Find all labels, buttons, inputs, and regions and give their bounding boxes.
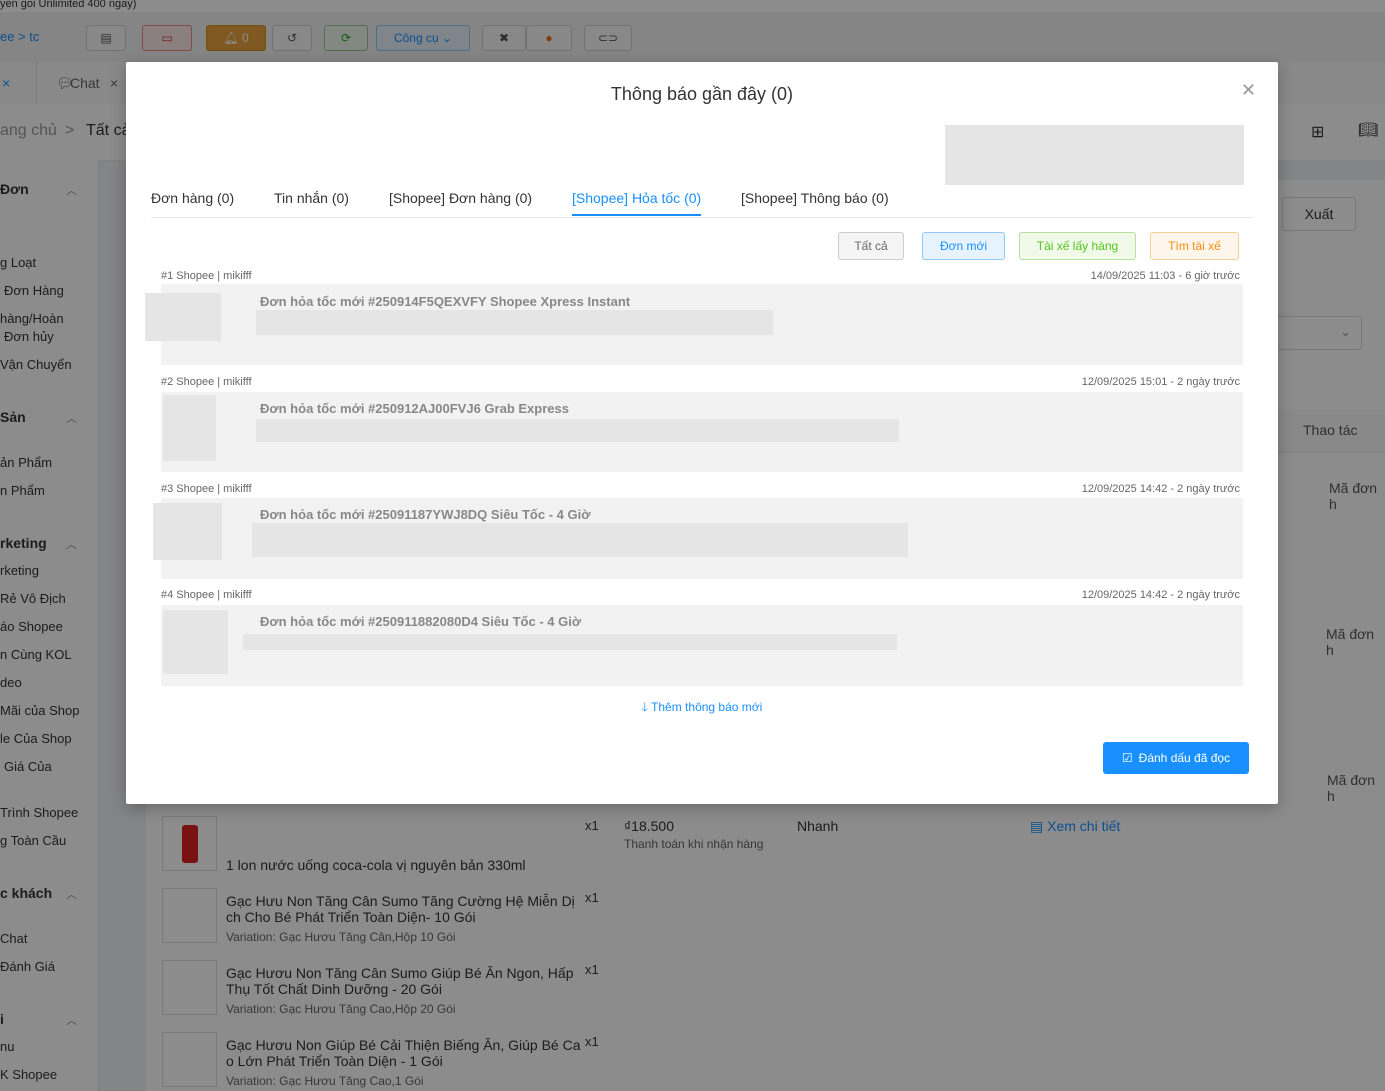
redacted-block xyxy=(256,310,773,335)
filter-driver-pickup-button[interactable]: Tài xế lấy hàng xyxy=(1019,232,1136,260)
notification-title: Đơn hỏa tốc mới #250911882080D4 Siêu Tốc… xyxy=(260,614,582,629)
tab-shopee-express[interactable]: [Shopee] Hỏa tốc (0) xyxy=(572,190,701,206)
notification-title: Đơn hỏa tốc mới #250912AJ00FVJ6 Grab Exp… xyxy=(260,401,569,416)
filter-all-button[interactable]: Tất cả xyxy=(838,232,904,260)
filter-all-label: Tất cả xyxy=(854,239,888,253)
notification-meta: #2 Shopee | mikifff xyxy=(161,376,252,388)
filter-find-driver-button[interactable]: Tìm tài xế xyxy=(1150,232,1239,260)
modal-title: Thông báo gần đây (0) xyxy=(610,84,794,104)
tab-messages[interactable]: Tin nhắn (0) xyxy=(274,190,349,206)
filter-find-driver-label: Tìm tài xế xyxy=(1168,239,1221,253)
notification-title: Đơn hỏa tốc mới #250914F5QEXVFY Shopee X… xyxy=(260,294,631,309)
load-more-link[interactable]: 🡓︎ Thêm thông báo mới xyxy=(126,698,1278,719)
redacted-thumbnail xyxy=(163,395,216,461)
tab-shopee-orders[interactable]: [Shopee] Đơn hàng (0) xyxy=(389,190,532,206)
redacted-thumbnail xyxy=(153,503,222,560)
modal-tabs: Đơn hàng (0) Tin nhắn (0) [Shopee] Đơn h… xyxy=(151,182,1253,218)
redacted-block xyxy=(945,125,1244,185)
notifications-modal: Thông báo gần đây (0) ✕ Đơn hàng (0) Tin… xyxy=(126,62,1278,804)
arrow-down-icon: 🡓︎ xyxy=(641,700,648,714)
notification-title: Đơn hỏa tốc mới #25091187YWJ8DQ Siêu Tốc… xyxy=(260,507,591,522)
tab-orders[interactable]: Đơn hàng (0) xyxy=(151,190,234,206)
active-tab-indicator xyxy=(572,214,701,216)
load-more-label: Thêm thông báo mới xyxy=(651,700,763,714)
redacted-thumbnail xyxy=(145,293,221,341)
notification-time: 12/09/2025 14:42 - 2 ngày trước xyxy=(1081,483,1240,495)
close-icon[interactable]: ✕ xyxy=(1241,80,1256,101)
redacted-block xyxy=(243,634,897,650)
mark-read-label: Đánh dấu đã đọc xyxy=(1138,751,1231,765)
tab-shopee-notifications[interactable]: [Shopee] Thông báo (0) xyxy=(741,190,889,206)
filter-new-order-button[interactable]: Đơn mới xyxy=(922,232,1005,260)
mark-read-button[interactable]: ☑ Đánh dấu đã đọc xyxy=(1103,742,1249,774)
notification-time: 12/09/2025 14:42 - 2 ngày trước xyxy=(1081,589,1240,601)
notification-meta: #4 Shopee | mikifff xyxy=(161,589,252,601)
notification-meta: #1 Shopee | mikifff xyxy=(161,270,252,282)
filter-driver-pickup-label: Tài xế lấy hàng xyxy=(1036,239,1119,253)
notification-meta: #3 Shopee | mikifff xyxy=(161,483,252,495)
notification-time: 14/09/2025 11:03 - 6 giờ trước xyxy=(1090,270,1240,282)
redacted-block xyxy=(252,523,908,557)
redacted-block xyxy=(256,419,899,442)
check-square-icon: ☑ xyxy=(1121,751,1133,765)
notification-time: 12/09/2025 15:01 - 2 ngày trước xyxy=(1081,376,1240,388)
filter-new-order-label: Đơn mới xyxy=(939,239,988,253)
redacted-thumbnail xyxy=(163,610,228,674)
